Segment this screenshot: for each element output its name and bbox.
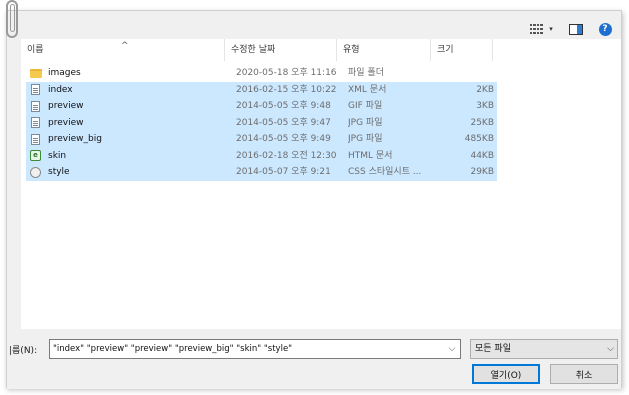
file-size: 25KB [470, 117, 494, 128]
file-row[interactable]: preview 2014-05-05 오후 9:48 GIF 파일 3KB [26, 98, 497, 115]
filename-value: "index" "preview" "preview" "preview_big… [53, 344, 293, 354]
image-file-icon [30, 98, 42, 115]
file-type-select[interactable]: 모든 파일 ⌵ [470, 339, 618, 359]
folder-icon-shape [30, 68, 42, 78]
image-file-icon-shape [31, 117, 40, 129]
chevron-down-icon[interactable]: ⌵ [446, 340, 458, 358]
file-type: HTML 문서 [348, 150, 393, 161]
filename-label: |름(N): [9, 346, 38, 356]
dialog-footer: |름(N): "index" "preview" "preview" "prev… [7, 329, 621, 389]
cancel-button[interactable]: 취소 [550, 364, 618, 384]
filename-input[interactable]: "index" "preview" "preview" "preview_big… [49, 339, 461, 359]
help-circle: ? [598, 22, 612, 36]
css-file-icon-shape [30, 166, 41, 178]
file-name: index [48, 84, 73, 95]
file-date: 2014-05-05 오후 9:47 [236, 117, 331, 128]
file-list[interactable]: 이름 ^ 수정한 날짜 유형 크기 images 2020-05-18 오후 1… [21, 39, 621, 329]
column-header-date[interactable]: 수정한 날짜 [225, 39, 337, 61]
file-size: 44KB [470, 150, 494, 161]
folder-icon [30, 65, 42, 82]
list-view-icon-svg [529, 24, 543, 34]
file-size: 3KB [476, 101, 494, 111]
file-type: XML 문서 [348, 84, 387, 95]
file-name: preview [48, 117, 84, 128]
image-file-icon-shape [31, 100, 40, 112]
file-row[interactable]: preview 2014-05-05 오후 9:47 JPG 파일 25KB [26, 114, 497, 132]
column-header-name[interactable]: 이름 ^ [21, 39, 225, 61]
file-size [438, 65, 494, 82]
column-header-name-label: 이름 [27, 45, 44, 55]
image-file-icon-shape [31, 133, 40, 145]
file-date: 2016-02-18 오전 12:30 [236, 150, 337, 161]
file-size: 29KB [470, 167, 494, 177]
file-date: 2014-05-07 오후 9:21 [236, 167, 331, 177]
file-type: GIF 파일 [348, 101, 383, 111]
paperclip-inner-icon [10, 4, 15, 32]
column-header-type[interactable]: 유형 [337, 39, 431, 61]
preview-pane-icon-svg [569, 23, 583, 35]
file-date: 2014-05-05 오후 9:49 [236, 134, 331, 144]
file-type: JPG 파일 [348, 117, 383, 128]
file-type: 파일 폴더 [348, 68, 384, 78]
preview-pane-icon[interactable] [568, 21, 584, 37]
column-header-size[interactable]: 크기 [431, 39, 493, 61]
file-type: JPG 파일 [348, 134, 383, 144]
file-size: 2KB [476, 84, 494, 95]
xml-file-icon-shape [31, 84, 40, 96]
column-header-row: 이름 ^ 수정한 날짜 유형 크기 [21, 39, 621, 61]
open-button[interactable]: 열기(O) [472, 364, 540, 384]
file-name: style [48, 167, 70, 177]
file-name: images [48, 68, 81, 78]
file-name: preview [48, 101, 84, 111]
image-file-icon [30, 115, 42, 132]
file-size: 485KB [464, 134, 494, 144]
file-name: skin [48, 150, 67, 161]
toolbar: ▾ ? [7, 17, 621, 41]
file-date: 2016-02-15 오후 10:22 [236, 84, 337, 95]
file-row[interactable]: images 2020-05-18 오후 11:16 파일 폴더 [26, 65, 497, 82]
help-icon[interactable]: ? [598, 21, 612, 37]
css-file-icon [30, 164, 42, 181]
file-row[interactable]: e skin 2016-02-18 오전 12:30 HTML 문서 44KB [26, 147, 497, 165]
file-name: preview_big [48, 134, 102, 144]
chevron-down-icon: ⌵ [607, 344, 614, 354]
html-file-icon: e [30, 148, 42, 165]
sort-ascending-icon: ^ [121, 41, 129, 51]
file-date: 2020-05-18 오후 11:16 [236, 68, 337, 78]
image-file-icon [30, 131, 42, 148]
file-row[interactable]: index 2016-02-15 오후 10:22 XML 문서 2KB [26, 81, 497, 99]
file-row[interactable]: preview_big 2014-05-05 오후 9:49 JPG 파일 48… [26, 131, 497, 148]
file-row[interactable]: style 2014-05-07 오후 9:21 CSS 스타일시트 ... 2… [26, 164, 497, 181]
chevron-down-icon[interactable]: ▾ [545, 21, 557, 37]
file-open-dialog: ▾ ? 이름 ^ 수정한 날짜 유형 크기 images 2020-05-18 … [6, 10, 622, 389]
list-view-icon[interactable] [529, 21, 543, 37]
xml-file-icon [30, 82, 42, 99]
html-file-icon-shape: e [30, 150, 41, 162]
file-type-value: 모든 파일 [475, 344, 511, 354]
file-type: CSS 스타일시트 ... [348, 167, 422, 177]
file-date: 2014-05-05 오후 9:48 [236, 101, 331, 111]
